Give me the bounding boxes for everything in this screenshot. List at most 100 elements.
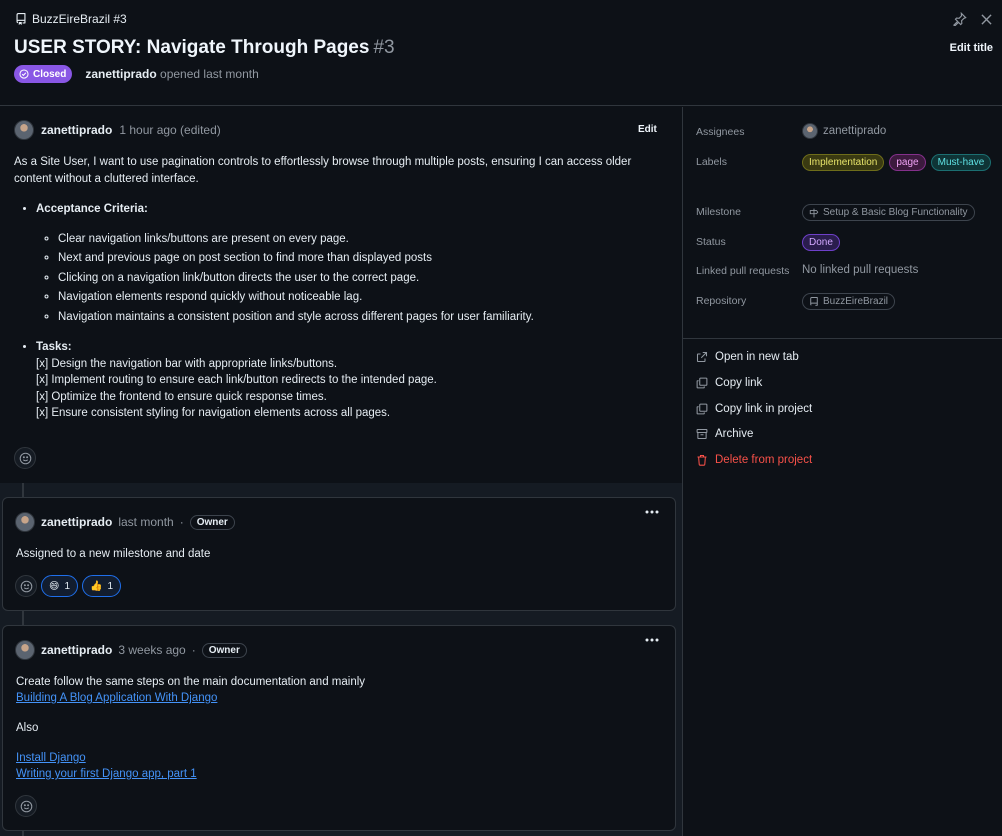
repository-chip[interactable]: BuzzEireBrazil — [802, 293, 896, 310]
comment-reactions: 😄 1 👍 1 — [15, 575, 122, 597]
issue-body-intro: As a Site User, I want to use pagination… — [14, 156, 632, 185]
open-in-new-tab-label[interactable]: Open in new tab — [715, 351, 799, 363]
repo-breadcrumb-text[interactable]: BuzzEireBrazil #3 — [32, 12, 127, 26]
owner-badge: Owner — [201, 642, 247, 658]
milestone-label: Milestone — [696, 206, 741, 218]
link-django-first-app[interactable]: Writing your first Django app, part 1 — [16, 768, 197, 780]
close-icon[interactable] — [981, 13, 992, 25]
avatar[interactable] — [15, 512, 35, 532]
milestone-icon — [809, 208, 819, 218]
separator-dot: · — [191, 643, 196, 657]
labels-value: Implementation page Must-have — [802, 154, 992, 171]
comment-line: Also — [16, 722, 39, 734]
comment-author[interactable]: zanettiprado — [41, 515, 112, 529]
archive-label[interactable]: Archive — [715, 428, 753, 440]
owner-badge: Owner — [189, 514, 235, 530]
task-item: [x] Optimize the frontend to ensure quic… — [36, 390, 327, 403]
repo-icon — [15, 13, 27, 25]
linked-prs-value: No linked pull requests — [802, 264, 919, 276]
comment-body: Create follow the same steps on the main… — [16, 674, 365, 782]
acceptance-title: Acceptance Criteria: — [36, 203, 148, 215]
list-item: Next and previous page on post section t… — [58, 250, 664, 267]
milestone-chip[interactable]: Setup & Basic Blog Functionality — [802, 204, 975, 221]
reaction-count: 1 — [107, 580, 114, 592]
assignees-label: Assignees — [696, 126, 745, 138]
delete-from-project-button[interactable]: Delete from project — [696, 454, 812, 466]
issue-body-author[interactable]: zanettiprado — [41, 123, 112, 137]
comment-menu-button[interactable] — [645, 510, 659, 514]
copy-link-in-project-label[interactable]: Copy link in project — [715, 403, 812, 415]
comment-menu-button[interactable] — [645, 638, 659, 642]
issue-meta: Closed zanettiprado opened last month — [14, 65, 259, 83]
acceptance-list: Clear navigation links/buttons are prese… — [36, 231, 664, 326]
avatar[interactable] — [15, 640, 35, 660]
smile-emoji-icon: 😄 — [49, 580, 60, 592]
issue-main: zanettiprado 1 hour ago (edited) Edit As… — [0, 107, 682, 836]
issue-title: USER STORY: Navigate Through Pages #3 — [14, 37, 395, 59]
closed-state-badge: Closed — [14, 65, 73, 83]
assignee-name[interactable]: zanettiprado — [823, 125, 886, 137]
comment-author[interactable]: zanettiprado — [41, 643, 112, 657]
comment-1: zanettiprado last month · Owner Assigned… — [2, 497, 676, 611]
link-install-django[interactable]: Install Django — [16, 752, 86, 764]
header-actions — [953, 12, 992, 26]
copy-link-label[interactable]: Copy link — [715, 377, 762, 389]
task-item: [x] Ensure consistent styling for naviga… — [36, 407, 391, 419]
repo-breadcrumb[interactable]: BuzzEireBrazil #3 — [15, 12, 127, 26]
opener-name[interactable]: zanettiprado — [85, 67, 156, 81]
issue-body-list: Acceptance Criteria: Clear navigation li… — [14, 201, 664, 422]
assignees-value[interactable]: zanettiprado — [802, 123, 886, 139]
reaction-thumbs-up[interactable]: 👍 1 — [82, 575, 122, 597]
label-must-have[interactable]: Must-have — [930, 154, 992, 171]
add-reaction-button[interactable] — [15, 575, 37, 597]
open-in-new-tab-button[interactable]: Open in new tab — [696, 351, 799, 363]
add-reaction-button[interactable] — [15, 795, 37, 817]
milestone-text[interactable]: Setup & Basic Blog Functionality — [823, 206, 968, 219]
comment-header: zanettiprado 3 weeks ago · Owner — [15, 640, 247, 660]
add-reaction-button[interactable] — [14, 447, 36, 469]
smiley-icon — [20, 580, 33, 593]
repository-value: BuzzEireBrazil — [802, 293, 896, 310]
check-circle-icon — [19, 69, 29, 79]
label-implementation[interactable]: Implementation — [802, 154, 885, 171]
copy-link-in-project-button[interactable]: Copy link in project — [696, 403, 812, 415]
issue-body-time[interactable]: 1 hour ago (edited) — [119, 123, 220, 137]
reaction-smile[interactable]: 😄 1 — [41, 575, 78, 597]
edit-body-button[interactable]: Edit — [638, 124, 657, 135]
pin-icon[interactable] — [953, 12, 967, 26]
delete-from-project-label[interactable]: Delete from project — [715, 454, 812, 466]
list-item: Navigation elements respond quickly with… — [58, 289, 664, 306]
smiley-icon — [20, 800, 33, 813]
repository-label: Repository — [696, 295, 747, 307]
milestone-value: Setup & Basic Blog Functionality — [802, 204, 975, 221]
separator-dot: · — [179, 515, 184, 529]
avatar[interactable] — [14, 120, 34, 140]
acceptance-section: Acceptance Criteria: Clear navigation li… — [36, 201, 664, 325]
comment-header: zanettiprado last month · Owner — [15, 512, 235, 532]
comment-time[interactable]: last month — [118, 515, 173, 529]
labels-label: Labels — [696, 156, 727, 168]
sidebar-divider — [682, 107, 683, 836]
comment-time[interactable]: 3 weeks ago — [118, 643, 185, 657]
status-badge[interactable]: Done — [802, 234, 840, 251]
copy-link-button[interactable]: Copy link — [696, 377, 762, 389]
kebab-horizontal-icon — [645, 510, 659, 514]
copy-icon — [696, 403, 708, 415]
label-page[interactable]: page — [889, 154, 926, 171]
repository-text[interactable]: BuzzEireBrazil — [823, 295, 888, 308]
smiley-icon — [19, 452, 32, 465]
edit-title-button[interactable]: Edit title — [950, 42, 993, 54]
opened-text: opened last month — [160, 67, 259, 81]
list-item: Clear navigation links/buttons are prese… — [58, 231, 664, 248]
archive-icon — [696, 428, 708, 440]
link-django-blog-tutorial[interactable]: Building A Blog Application With Django — [16, 692, 217, 704]
archive-button[interactable]: Archive — [696, 428, 753, 440]
tasks-section: Tasks: [x] Design the navigation bar wit… — [36, 339, 664, 422]
trash-icon — [696, 454, 708, 466]
status-label: Status — [696, 236, 726, 248]
comment-2: zanettiprado 3 weeks ago · Owner Create … — [2, 625, 676, 831]
issue-body-text: As a Site User, I want to use pagination… — [14, 154, 664, 436]
issue-number: #3 — [373, 37, 395, 58]
